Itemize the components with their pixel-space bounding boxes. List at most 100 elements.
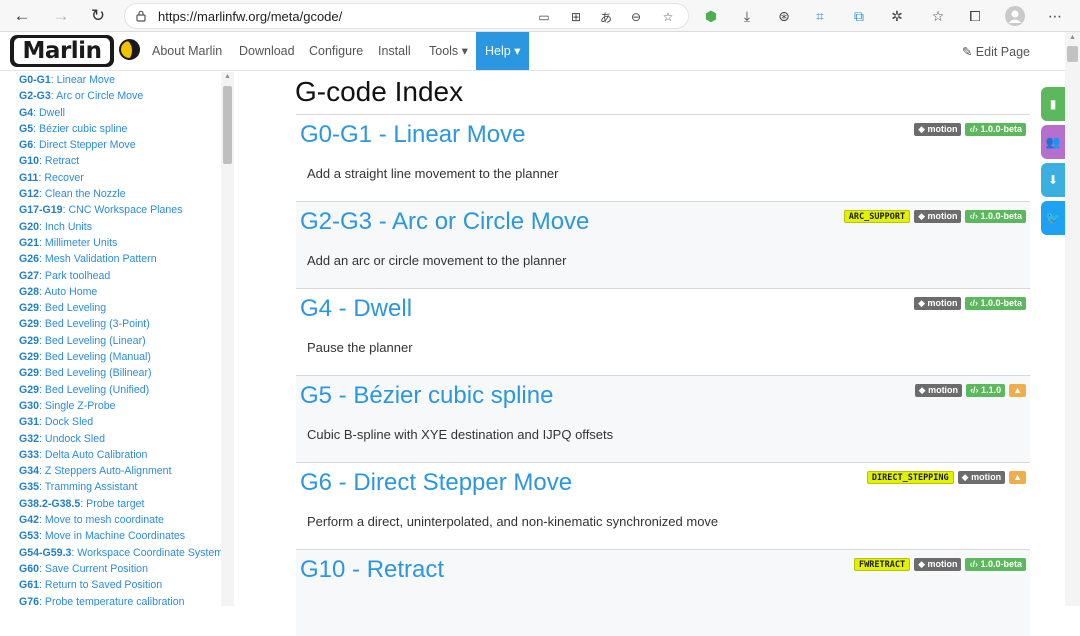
version-badge: ‹/› 1.0.0-beta <box>965 123 1026 136</box>
edit-page-link[interactable]: ✎ Edit Page <box>962 44 1030 59</box>
group-badge: ◆ motion <box>914 210 962 223</box>
sidebar-link[interactable]: G21: Millimeter Units <box>19 235 224 251</box>
sidebar-link-code: G26 <box>19 253 40 266</box>
entry-description: Add an arc or circle movement to the pla… <box>307 253 567 268</box>
sidebar-link[interactable]: G4: Dwell <box>19 105 224 121</box>
sidebar-link[interactable]: G54-G59.3: Workspace Coordinate System <box>19 545 224 561</box>
group-badge: ◆ motion <box>914 384 963 397</box>
profile-icon[interactable] <box>1004 5 1026 27</box>
nav-configure[interactable]: Configure <box>309 32 363 70</box>
sidebar-link[interactable]: G33: Delta Auto Calibration <box>19 447 224 463</box>
nav-download[interactable]: Download <box>239 32 295 70</box>
sidebar-link[interactable]: G29: Bed Leveling (Manual) <box>19 349 224 365</box>
sidebar-link[interactable]: G61: Return to Saved Position <box>19 577 224 593</box>
sidebar-link[interactable]: G0-G1: Linear Move <box>19 72 224 88</box>
sidebar-link[interactable]: G76: Probe temperature calibration <box>19 594 224 607</box>
entry-title-link[interactable]: G0-G1 - Linear Move <box>300 121 525 149</box>
entry-title-link[interactable]: G2-G3 - Arc or Circle Move <box>300 208 589 236</box>
sidebar-link[interactable]: G29: Bed Leveling (Bilinear) <box>19 365 224 381</box>
sidebar-link-code: G0-G1 <box>19 74 51 86</box>
sidebar-link[interactable]: G28: Auto Home <box>19 284 224 300</box>
gcode-entry: G4 - Dwell Pause the planner ◆ motion ‹/› 1… <box>296 288 1030 375</box>
entry-title-link[interactable]: G4 - Dwell <box>300 295 412 323</box>
nav-about[interactable]: About Marlin <box>152 32 222 70</box>
sidebar-link[interactable]: G53: Move in Machine Coordinates <box>19 528 224 544</box>
sidebar-link[interactable]: G26: Mesh Validation Pattern <box>19 251 224 267</box>
url-text[interactable]: https://marlinfw.org/meta/gcode/ <box>158 9 342 24</box>
sidebar-link[interactable]: G35: Tramming Assistant <box>19 479 224 495</box>
favorite-add-icon[interactable]: ☆ <box>659 8 677 26</box>
download-icon[interactable]: ⤓ <box>736 5 758 27</box>
translate-ext-icon[interactable]: ⧉ <box>848 5 870 27</box>
sidebar-link[interactable]: G29: Bed Leveling (Linear) <box>19 333 224 349</box>
sidebar-link-label: : Bed Leveling <box>39 302 107 315</box>
sidebar-link-label: : Z Steppers Auto-Alignment <box>39 465 172 478</box>
extension-icon[interactable]: ⬢ <box>700 5 722 27</box>
apps-icon[interactable]: ⊞ <box>567 8 585 26</box>
sidebar-link[interactable]: G29: Bed Leveling (3-Point) <box>19 316 224 332</box>
address-bar[interactable]: https://marlinfw.org/meta/gcode/ ▭ ⊞ あ ⊖… <box>124 3 689 29</box>
entry-tags: ◆ motion ‹/› 1.1.0 ▲ <box>914 384 1026 397</box>
twitter-icon[interactable]: 🐦 <box>1041 201 1065 235</box>
sidebar-link[interactable]: G2-G3: Arc or Circle Move <box>19 88 224 104</box>
sidebar-link[interactable]: G30: Single Z-Probe <box>19 398 224 414</box>
sidebar-link[interactable]: G32: Undock Sled <box>19 431 224 447</box>
marlin-logo[interactable]: Marlin <box>10 35 114 67</box>
zoom-icon[interactable]: ⊖ <box>627 8 645 26</box>
entry-title-link[interactable]: G6 - Direct Stepper Move <box>300 469 572 497</box>
sidebar-link-label: : Clean the Nozzle <box>39 188 126 201</box>
browser-toolbar: ← → ↻ https://marlinfw.org/meta/gcode/ ▭… <box>0 0 1080 32</box>
sidebar-link[interactable]: G10: Retract <box>19 153 224 169</box>
translate-icon[interactable]: あ <box>597 8 615 26</box>
sidebar-link-code: G33 <box>19 448 40 461</box>
sidebar-link[interactable]: G12: Clean the Nozzle <box>19 186 224 202</box>
page-scroll-up-icon[interactable]: ▲ <box>1067 34 1078 44</box>
favorites-icon[interactable]: ☆ <box>927 5 949 27</box>
entry-title-link[interactable]: G10 - Retract <box>300 556 444 584</box>
gcode-sidebar: G0-G1: Linear Move G2-G3: Arc or Circle M… <box>0 72 234 606</box>
nav-tools[interactable]: Tools ▾ <box>429 32 468 70</box>
sidebar-link[interactable]: G29: Bed Leveling (Unified) <box>19 382 224 398</box>
nav-help[interactable]: Help ▾ <box>476 32 530 70</box>
extensions-icon[interactable]: ✲ <box>886 5 908 27</box>
sidebar-link[interactable]: G34: Z Steppers Auto-Alignment <box>19 463 224 479</box>
more-icon[interactable]: ⋯ <box>1044 5 1066 27</box>
page-scroll-thumb[interactable] <box>1067 46 1078 62</box>
sidebar-link[interactable]: G38.2-G38.5: Probe target <box>19 496 224 512</box>
download-icon[interactable]: ⬇ <box>1041 163 1065 197</box>
theme-toggle-icon[interactable] <box>119 39 140 60</box>
nav-install[interactable]: Install <box>378 32 411 70</box>
sidebar-link[interactable]: G29: Bed Leveling <box>19 300 224 316</box>
back-icon[interactable]: ← <box>10 4 34 28</box>
forward-icon[interactable]: → <box>49 4 73 28</box>
sidebar-link[interactable]: G20: Inch Units <box>19 219 224 235</box>
sidebar-link[interactable]: G6: Direct Stepper Move <box>19 137 224 153</box>
sidebar-link[interactable]: G27: Park toolhead <box>19 268 224 284</box>
sidebar-link-code: G28 <box>19 285 40 298</box>
reader-view-icon[interactable]: ▭ <box>535 8 553 26</box>
sidebar-link-code: G10 <box>19 155 40 168</box>
people-icon[interactable]: 👥 <box>1041 125 1065 159</box>
sidebar-link-label: : Recover <box>38 171 84 184</box>
sidebar-link[interactable]: G31: Dock Sled <box>19 414 224 430</box>
scroll-up-icon[interactable]: ▲ <box>222 73 233 84</box>
sidebar-link-code: G4 <box>19 106 34 119</box>
sidebar-link-label: : Millimeter Units <box>39 236 118 249</box>
collections-icon[interactable]: ⧠ <box>964 5 986 27</box>
crop-icon[interactable]: ⌗ <box>809 5 831 27</box>
sidebar-link[interactable]: G5: Bézier cubic spline <box>19 121 224 137</box>
sidebar-link[interactable]: G17-G19: CNC Workspace Planes <box>19 202 224 218</box>
tracking-icon[interactable]: ⊛ <box>773 5 795 27</box>
refresh-icon[interactable]: ↻ <box>86 4 110 28</box>
sidebar-link-label: : Workspace Coordinate System <box>71 546 224 559</box>
sidebar-link[interactable]: G42: Move to mesh coordinate <box>19 512 224 528</box>
sidebar-link[interactable]: G11: Recover <box>19 170 224 186</box>
sidebar-link-label: : Linear Move <box>50 74 115 86</box>
book-icon[interactable]: ▮ <box>1041 87 1065 121</box>
sidebar-link[interactable]: G60: Save Current Position <box>19 561 224 577</box>
page-scrollbar[interactable] <box>1065 32 1080 606</box>
sidebar-link-code: G61 <box>19 579 40 592</box>
sidebar-scroll-thumb[interactable] <box>223 86 232 164</box>
sidebar-link-code: G11 <box>19 171 39 184</box>
entry-title-link[interactable]: G5 - Bézier cubic spline <box>300 382 553 410</box>
